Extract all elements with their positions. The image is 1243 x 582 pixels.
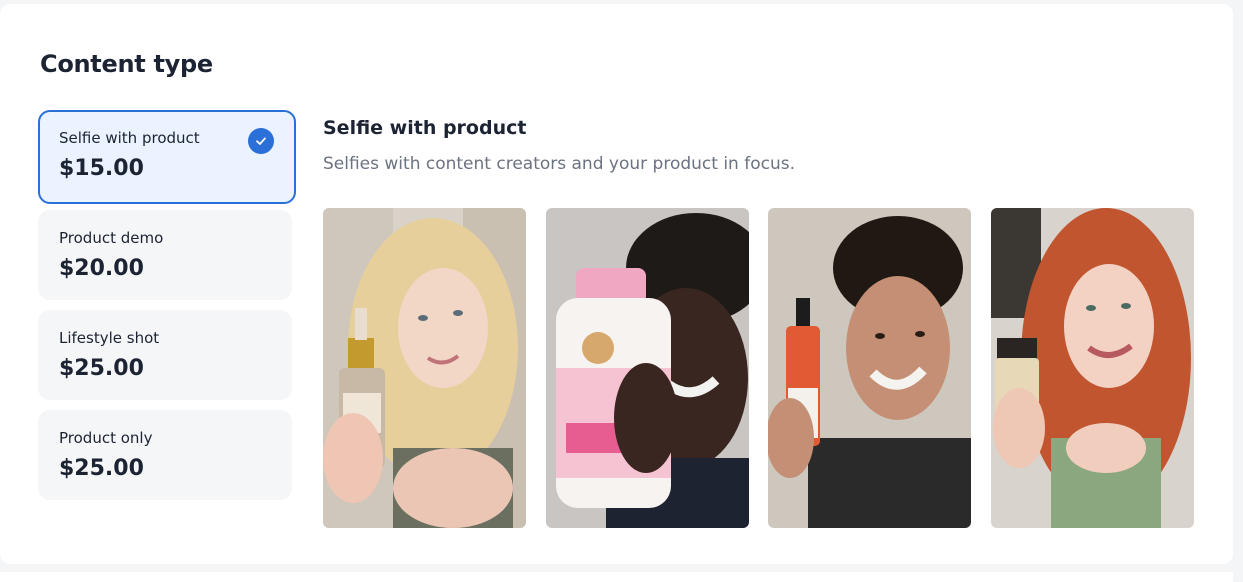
photo-multivitamin-bottle (546, 208, 749, 528)
option-label: Lifestyle shot (59, 329, 160, 347)
check-circle-icon (248, 128, 274, 154)
section-title: Content type (40, 50, 213, 78)
option-price: $25.00 (59, 356, 144, 381)
option-price: $25.00 (59, 456, 144, 481)
option-label: Selfie with product (59, 129, 200, 147)
photo-serum-dropper (323, 208, 526, 528)
option-lifestyle-shot[interactable]: Lifestyle shot $25.00 (38, 310, 292, 400)
photo-cinnamon-jar (991, 208, 1194, 528)
option-selfie-with-product[interactable]: Selfie with product $15.00 (38, 110, 296, 204)
option-product-demo[interactable]: Product demo $20.00 (38, 210, 292, 300)
detail-description: Selfies with content creators and your p… (323, 154, 795, 174)
option-price: $15.00 (59, 156, 144, 181)
option-label: Product demo (59, 229, 164, 247)
content-type-options: Selfie with product $15.00 Product demo … (38, 110, 296, 510)
option-price: $20.00 (59, 256, 144, 281)
option-label: Product only (59, 429, 153, 447)
option-product-only[interactable]: Product only $25.00 (38, 410, 292, 500)
detail-title: Selfie with product (323, 117, 527, 139)
next-card-edge (0, 572, 1233, 582)
photo-spray-bottle (768, 208, 971, 528)
content-type-card: Content type Selfie with product $15.00 … (0, 4, 1233, 564)
